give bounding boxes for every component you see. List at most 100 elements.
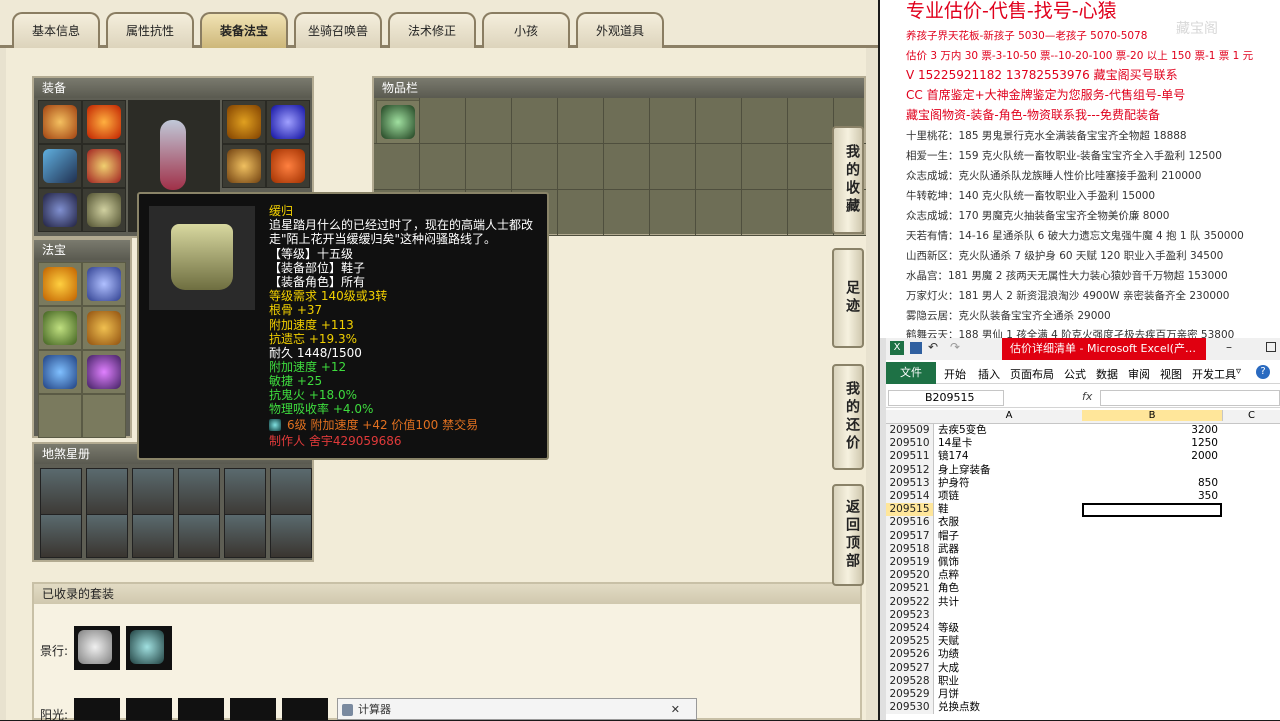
ribbon-tab[interactable]: 视图 <box>1160 366 1182 382</box>
star-portrait[interactable] <box>224 514 266 558</box>
maximize-button[interactable] <box>1266 342 1276 352</box>
row-number[interactable]: 209516 <box>886 516 934 530</box>
tab-attributes[interactable]: 属性抗性 <box>106 12 194 48</box>
ribbon-tab[interactable]: 开发工具 <box>1192 366 1236 382</box>
fabao-slot[interactable] <box>38 262 82 306</box>
undo-icon[interactable]: ↶ <box>928 340 938 354</box>
equip-slot-accessory[interactable] <box>222 100 266 144</box>
tab-equipment[interactable]: 装备法宝 <box>200 12 288 48</box>
row-number[interactable]: 209527 <box>886 661 934 675</box>
row-number[interactable]: 209530 <box>886 701 934 715</box>
cell-a[interactable]: 帽子 <box>936 530 1082 543</box>
help-icon[interactable]: ? <box>1256 365 1270 379</box>
row-number[interactable]: 209523 <box>886 608 934 622</box>
equip-slot-weapon[interactable] <box>38 144 82 188</box>
star-portrait[interactable] <box>224 468 266 520</box>
row-number[interactable]: 209526 <box>886 648 934 662</box>
cell-a[interactable]: 等级 <box>936 622 1082 635</box>
cell-a[interactable]: 护身符 <box>936 477 1082 490</box>
ribbon-tab[interactable]: 数据 <box>1096 366 1118 382</box>
redo-icon[interactable]: ↷ <box>950 340 960 354</box>
ribbon-tab[interactable]: 审阅 <box>1128 366 1150 382</box>
cell-a[interactable]: 共计 <box>936 596 1082 609</box>
suit-item[interactable] <box>74 626 120 670</box>
fabao-slot[interactable] <box>82 350 126 394</box>
star-portrait[interactable] <box>270 514 312 558</box>
minimize-button[interactable]: – <box>1226 340 1232 354</box>
row-number[interactable]: 209513 <box>886 476 934 490</box>
row-number[interactable]: 209517 <box>886 529 934 543</box>
row-number[interactable]: 209528 <box>886 674 934 688</box>
formula-input[interactable] <box>1100 390 1280 406</box>
row-number[interactable]: 209510 <box>886 437 934 451</box>
star-portrait[interactable] <box>86 514 128 558</box>
ribbon-tab-file[interactable]: 文件 <box>886 362 936 384</box>
suit-item[interactable] <box>230 698 276 720</box>
star-portrait[interactable] <box>132 514 174 558</box>
row-number[interactable]: 209518 <box>886 542 934 556</box>
cell-b[interactable]: 2000 <box>1082 450 1222 463</box>
cell-b[interactable]: 3200 <box>1082 424 1222 437</box>
row-number[interactable]: 209515 <box>886 503 934 517</box>
row-number[interactable]: 209524 <box>886 622 934 636</box>
cell-b[interactable]: 1250 <box>1082 437 1222 450</box>
equip-slot-charm[interactable] <box>266 100 310 144</box>
cell-a[interactable]: 项链 <box>936 490 1082 503</box>
tab-basic-info[interactable]: 基本信息 <box>12 12 100 48</box>
row-number[interactable]: 209514 <box>886 490 934 504</box>
row-number[interactable]: 209520 <box>886 569 934 583</box>
equip-slot-hat[interactable] <box>38 100 82 144</box>
equip-slot-necklace[interactable] <box>82 100 126 144</box>
name-box[interactable]: B209515 <box>888 390 1004 406</box>
cell-b[interactable]: 350 <box>1082 490 1222 503</box>
fabao-slot[interactable] <box>82 394 126 438</box>
star-portrait[interactable] <box>40 468 82 520</box>
star-portrait[interactable] <box>270 468 312 520</box>
favorites-button[interactable]: 我的收藏 <box>832 126 864 234</box>
suit-item[interactable] <box>282 698 328 720</box>
cell-a[interactable]: 14星卡 <box>936 437 1082 450</box>
star-portrait[interactable] <box>178 468 220 520</box>
footprint-button[interactable]: 足迹 <box>832 248 864 348</box>
suit-item[interactable] <box>126 698 172 720</box>
back-to-top-button[interactable]: 返回顶部 <box>832 484 864 586</box>
row-number[interactable]: 209509 <box>886 424 934 438</box>
row-number[interactable]: 209511 <box>886 450 934 464</box>
cell-a[interactable]: 功绩 <box>936 648 1082 661</box>
cell-a[interactable]: 身上穿装备 <box>936 464 1082 477</box>
cell-a[interactable]: 鞋 <box>936 503 1082 516</box>
row-number[interactable]: 209512 <box>886 463 934 477</box>
cell-a[interactable]: 镜174 <box>936 450 1082 463</box>
cell-a[interactable]: 点粹 <box>936 569 1082 582</box>
fabao-slot[interactable] <box>38 306 82 350</box>
star-portrait[interactable] <box>86 468 128 520</box>
cell-a[interactable]: 兑换点数 <box>936 701 1082 714</box>
tab-spells[interactable]: 法术修正 <box>388 12 476 48</box>
cell-a[interactable]: 职业 <box>936 675 1082 688</box>
ribbon-tab[interactable]: 页面布局 <box>1010 366 1054 382</box>
cell-a[interactable]: 大成 <box>936 662 1082 675</box>
star-portrait[interactable] <box>132 468 174 520</box>
tab-mounts[interactable]: 坐骑召唤兽 <box>294 12 382 48</box>
fabao-slot[interactable] <box>38 350 82 394</box>
row-number[interactable]: 209521 <box>886 582 934 596</box>
star-portrait[interactable] <box>178 514 220 558</box>
cell-a[interactable]: 角色 <box>936 582 1082 595</box>
ribbon-tab[interactable]: 公式 <box>1064 366 1086 382</box>
tab-children[interactable]: 小孩 <box>482 12 570 48</box>
star-portrait[interactable] <box>40 514 82 558</box>
save-icon[interactable] <box>910 342 922 354</box>
equip-slot-ring[interactable] <box>222 144 266 188</box>
ribbon-tab[interactable]: 插入 <box>978 366 1000 382</box>
row-number[interactable]: 209522 <box>886 595 934 609</box>
fabao-slot[interactable] <box>82 262 126 306</box>
tab-appearance[interactable]: 外观道具 <box>576 12 664 48</box>
column-header-c[interactable]: C <box>1222 410 1280 421</box>
cell-a[interactable]: 衣服 <box>936 516 1082 529</box>
row-number[interactable]: 209519 <box>886 556 934 570</box>
equip-slot-armor[interactable] <box>82 144 126 188</box>
close-icon[interactable]: ✕ <box>671 699 680 721</box>
cell-a[interactable]: 佩饰 <box>936 556 1082 569</box>
cell-a[interactable]: 月饼 <box>936 688 1082 701</box>
cell-a[interactable]: 去疾5变色 <box>936 424 1082 437</box>
